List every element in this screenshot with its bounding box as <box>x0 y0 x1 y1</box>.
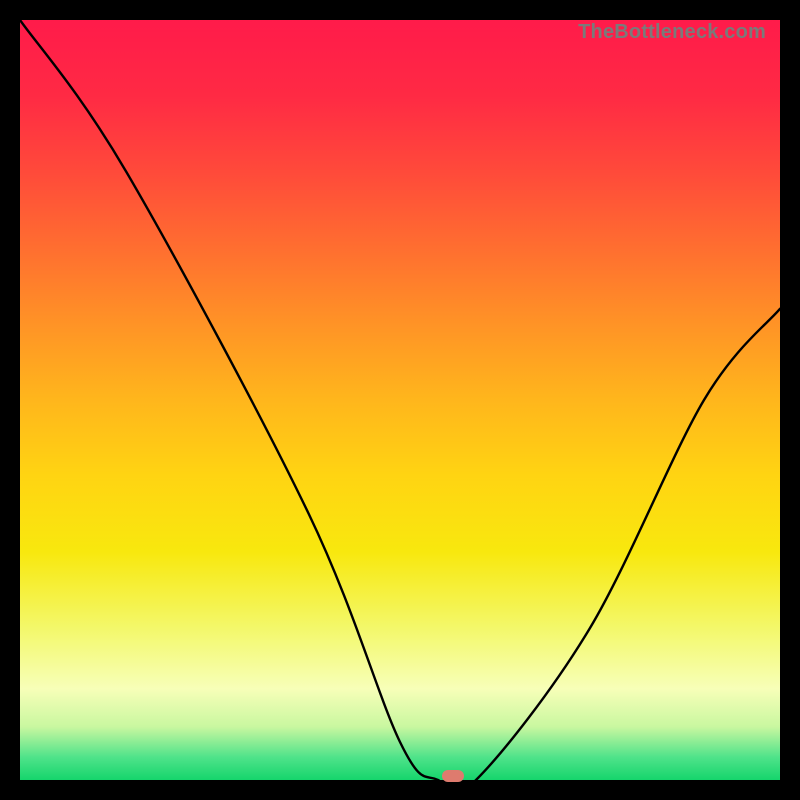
plot-area: TheBottleneck.com <box>20 20 780 780</box>
chart-frame: TheBottleneck.com <box>0 0 800 800</box>
bottleneck-curve <box>20 20 780 780</box>
optimal-marker <box>442 770 464 782</box>
